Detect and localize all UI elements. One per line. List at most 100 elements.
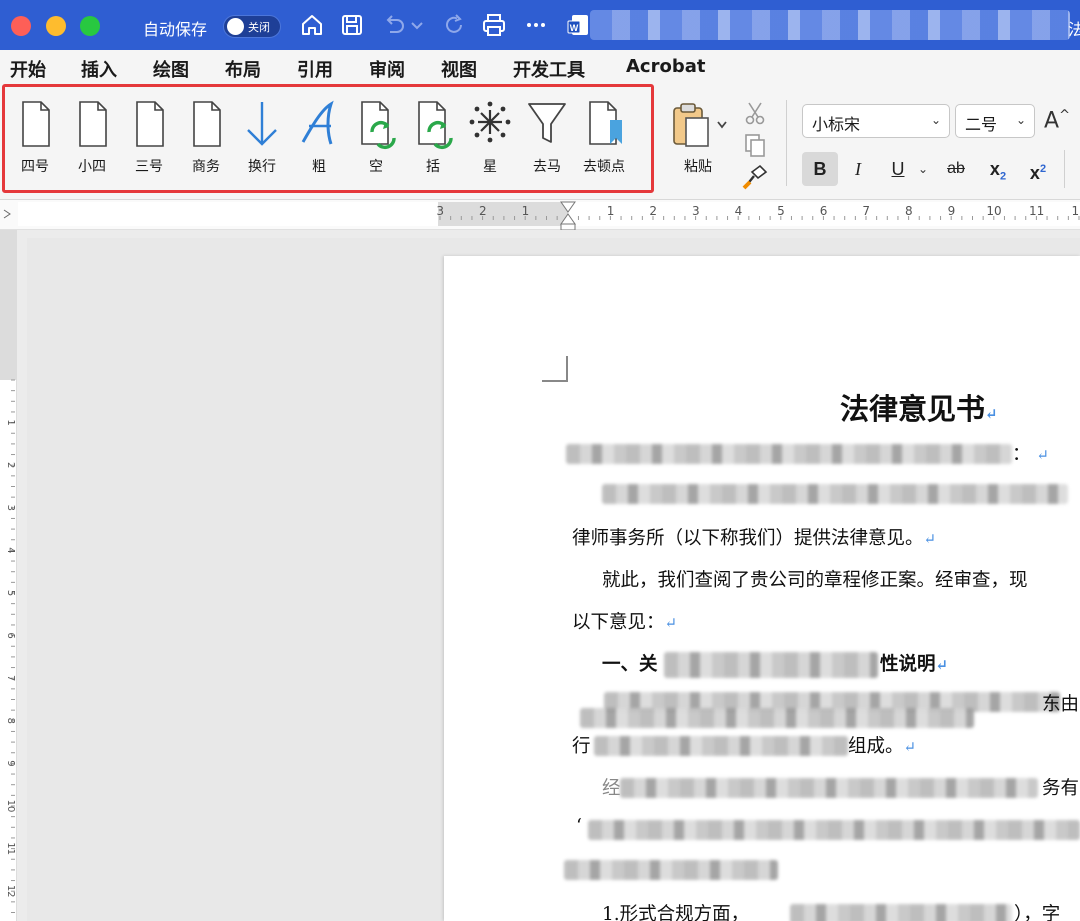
- tab-acrobat[interactable]: Acrobat: [626, 56, 705, 77]
- font-size-3-button[interactable]: 三号: [123, 98, 175, 178]
- paragraph-5-start[interactable]: 经: [602, 774, 621, 800]
- paragraph-7-end[interactable]: ），字: [1014, 900, 1060, 921]
- document-title[interactable]: 法律意见书↵: [840, 386, 998, 428]
- margin-corner-mark: [542, 356, 568, 382]
- underline-button[interactable]: U: [880, 152, 916, 186]
- paragraph-3-end[interactable]: 东由: [1042, 690, 1079, 716]
- ruler-number: 2: [479, 204, 487, 218]
- redo-icon[interactable]: [440, 11, 468, 39]
- paragraph-mark-icon: ↵: [923, 530, 937, 548]
- italic-button[interactable]: I: [840, 152, 876, 186]
- business-style-button[interactable]: 商务: [180, 98, 232, 178]
- ruler-number: 11: [5, 842, 16, 855]
- save-icon[interactable]: [338, 11, 366, 39]
- business-style-label: 商务: [192, 159, 220, 175]
- ruler-number: 9: [5, 760, 16, 766]
- title-bar: 自动保存 关闭 W 法: [0, 0, 1080, 50]
- superscript-mark: 2: [1039, 163, 1047, 175]
- indent-marker: [560, 213, 576, 225]
- minimize-window-button[interactable]: [46, 16, 66, 36]
- underline-dropdown-icon[interactable]: ⌄: [918, 162, 928, 176]
- redacted-text: [588, 820, 1080, 840]
- tab-view[interactable]: 视图: [441, 56, 477, 82]
- star-label: 星: [483, 159, 497, 175]
- heading-1-end[interactable]: 性说明↵: [880, 650, 948, 676]
- paragraph-4-start[interactable]: 行: [572, 732, 591, 758]
- horizontal-ruler[interactable]: 321123456789101112: [0, 200, 1080, 230]
- font-size-4-button[interactable]: 四号: [9, 98, 61, 178]
- copy-icon[interactable]: [742, 132, 768, 158]
- document-title-text: 法律意见书: [840, 392, 986, 426]
- autosave-toggle[interactable]: 关闭: [223, 15, 281, 38]
- ruler-number: 2: [649, 204, 657, 218]
- font-size-small-4-button[interactable]: 小四: [66, 98, 118, 178]
- tab-references[interactable]: 引用: [297, 56, 333, 82]
- asterisk-burst-icon: [469, 101, 511, 143]
- tab-home[interactable]: 开始: [10, 56, 46, 82]
- ribbon-tabs: 开始 插入 绘图 布局 引用 审阅 视图 开发工具 Acrobat: [0, 50, 1080, 84]
- print-icon[interactable]: [480, 11, 508, 39]
- document-title-redacted: [590, 10, 1070, 40]
- ruler-number: 1: [522, 204, 530, 218]
- document-page[interactable]: 法律意见书↵ ： ↵ 律师事务所（以下称我们）提供法律意见。↵ 就此，我们查阅了…: [444, 256, 1080, 921]
- paragraph-2-line-2[interactable]: 以下意见：↵: [572, 608, 677, 634]
- paragraph-1-text: 律师事务所（以下称我们）提供法律意见。: [572, 528, 924, 549]
- paste-button[interactable]: 粘贴: [668, 102, 728, 180]
- redacted-text: [664, 652, 878, 678]
- paragraph-1-line-2[interactable]: 律师事务所（以下称我们）提供法律意见。↵: [572, 524, 936, 550]
- ruler-number: 2: [5, 462, 16, 468]
- strikethrough-button[interactable]: ab: [938, 152, 974, 186]
- paragraph-4-end-text: 组成。: [848, 736, 904, 757]
- more-icon[interactable]: [522, 11, 550, 39]
- ruler-number: 10: [5, 800, 16, 813]
- subscript-button[interactable]: x2: [980, 152, 1016, 186]
- undo-dropdown-icon[interactable]: [408, 11, 426, 39]
- tab-draw[interactable]: 绘图: [153, 56, 189, 82]
- tab-review[interactable]: 审阅: [369, 56, 405, 82]
- bold-custom-button[interactable]: 粗: [293, 98, 345, 178]
- font-size-small-4-label: 小四: [78, 159, 106, 175]
- maximize-window-button[interactable]: [80, 16, 100, 36]
- vertical-ruler[interactable]: 12345678910111213: [0, 230, 17, 921]
- remove-spaces-button[interactable]: 空: [350, 98, 402, 178]
- font-size-select[interactable]: 二号 ⌄: [955, 104, 1035, 138]
- paragraph-6-start[interactable]: ‘: [576, 816, 582, 837]
- document-title-tail: 法: [1068, 20, 1080, 39]
- remove-mark-button[interactable]: 去马: [521, 98, 573, 178]
- blank-page-icon: [22, 101, 50, 147]
- superscript-button[interactable]: x2: [1020, 152, 1056, 186]
- subscript-mark: 2: [999, 170, 1007, 183]
- tab-insert[interactable]: 插入: [81, 56, 117, 82]
- font-size-3-label: 三号: [135, 159, 163, 175]
- format-painter-icon[interactable]: [742, 164, 768, 190]
- heading-1-start[interactable]: 一、关: [602, 650, 658, 676]
- tab-layout[interactable]: 布局: [225, 56, 261, 82]
- font-family-select[interactable]: 小标宋 ⌄: [802, 104, 950, 138]
- paragraph-4-end[interactable]: 组成。↵: [848, 732, 916, 758]
- undo-icon[interactable]: [380, 11, 408, 39]
- bold-button[interactable]: B: [802, 152, 838, 186]
- ruler-number: 7: [5, 675, 16, 681]
- font-size-value: 二号: [965, 115, 998, 134]
- paragraph-mark-icon: ↵: [1036, 446, 1049, 464]
- redacted-text: [566, 444, 1012, 464]
- remove-mark-label: 去马: [533, 159, 561, 175]
- paragraph-7-start[interactable]: 1.形式合规方面，: [602, 900, 749, 921]
- close-window-button[interactable]: [11, 16, 31, 36]
- star-button[interactable]: 星: [464, 98, 516, 178]
- ruler-number: 9: [948, 204, 956, 218]
- addressee-line[interactable]: ： ↵: [1012, 440, 1049, 466]
- ruler-number: 1: [5, 419, 16, 425]
- scissors-icon[interactable]: [742, 100, 768, 126]
- blank-page-icon: [79, 101, 107, 147]
- grow-font-button[interactable]: A^: [1044, 108, 1070, 133]
- paragraph-2-line-1[interactable]: 就此，我们查阅了贵公司的章程修正案。经审查，现: [602, 566, 1028, 592]
- brackets-button[interactable]: 括: [407, 98, 459, 178]
- ruler-number: 1: [607, 204, 615, 218]
- paragraph-5-end[interactable]: 务有: [1042, 774, 1079, 800]
- ruler-number: 8: [905, 204, 913, 218]
- tab-developer[interactable]: 开发工具: [513, 56, 585, 82]
- home-icon[interactable]: [298, 11, 326, 39]
- line-break-button[interactable]: 换行: [236, 98, 288, 178]
- remove-pause-button[interactable]: 去顿点: [578, 98, 630, 178]
